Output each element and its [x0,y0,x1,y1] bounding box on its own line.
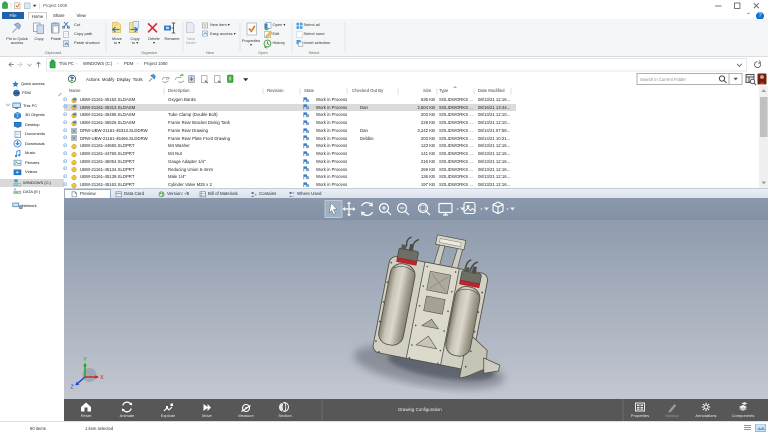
svg-text:Z: Z [71,385,75,391]
svg-text:Y: Y [83,357,87,363]
svg-text:X: X [100,375,104,381]
